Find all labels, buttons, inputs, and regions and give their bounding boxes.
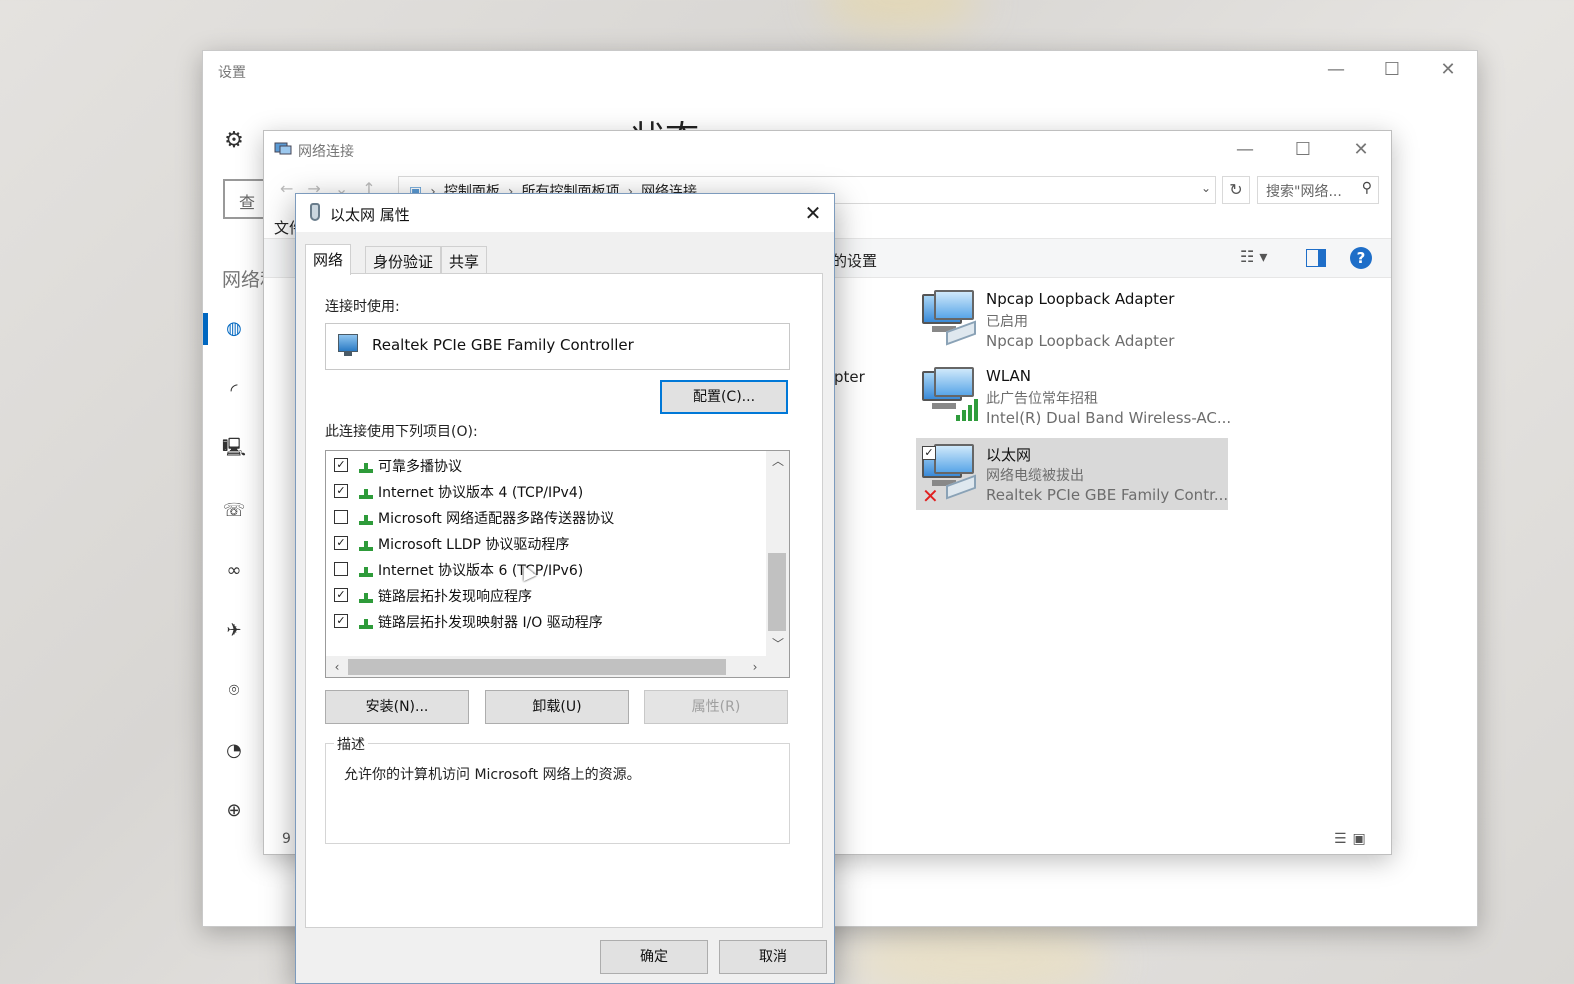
search-input[interactable]: 搜索"网络... ⚲ (1257, 176, 1379, 204)
description-text: 允许你的计算机访问 Microsoft 网络上的资源。 (344, 767, 641, 783)
preview-pane-icon[interactable] (1306, 249, 1326, 267)
close-button[interactable]: ✕ (1425, 51, 1471, 87)
configure-button[interactable]: 配置(C)... (660, 380, 788, 414)
adapter-name: 以太网 (986, 446, 1032, 464)
chevron-up-icon[interactable]: ︿ (766, 451, 789, 471)
hotspot-icon[interactable]: ⌾ (221, 677, 247, 703)
maximize-button[interactable]: ☐ (1369, 51, 1415, 87)
nav-selection-indicator (203, 313, 208, 345)
adapter-display: Realtek PCIe GBE Family Controller (325, 323, 790, 370)
protocol-icon (359, 489, 373, 499)
dialup-icon[interactable]: ☏ (221, 497, 247, 523)
dialog-titlebar: 以太网 属性 ✕ (296, 194, 834, 232)
adapter-name-fragment: pter (834, 368, 865, 386)
adapter-name: WLAN (986, 367, 1032, 385)
close-button[interactable]: ✕ (1338, 131, 1384, 167)
network-plug-icon (310, 203, 320, 221)
adapter-device: Realtek PCIe GBE Family Contr... (986, 486, 1229, 504)
checkbox[interactable]: ✓ (334, 614, 348, 628)
connect-using-label: 连接时使用: (325, 299, 400, 315)
cancel-button[interactable]: 取消 (719, 940, 827, 974)
horizontal-scrollbar[interactable]: ‹ › (326, 656, 766, 677)
network-card-icon (338, 334, 358, 356)
wifi-icon[interactable]: ◜ (221, 377, 247, 403)
vpn-icon[interactable]: ∞ (221, 557, 247, 583)
scroll-thumb[interactable] (768, 553, 786, 631)
adapter-status: 网络电缆被拔出 (986, 468, 1084, 484)
tab-sharing[interactable]: 共享 (441, 246, 488, 273)
data-usage-icon[interactable]: ◔ (221, 737, 247, 763)
vertical-scrollbar[interactable]: ︿ ﹀ (766, 451, 789, 656)
install-button[interactable]: 安装(N)... (325, 690, 469, 724)
view-toggle-icons[interactable]: ☰▣ (1334, 831, 1372, 847)
dialog-title: 以太网 属性 (330, 206, 410, 224)
properties-button[interactable]: 属性(R) (644, 690, 788, 724)
chevron-left-icon[interactable]: ‹ (326, 656, 348, 677)
maximize-button[interactable]: ☐ (1280, 131, 1326, 167)
chevron-right-icon[interactable]: › (744, 656, 766, 677)
checkbox[interactable]: ✓ (334, 484, 348, 498)
search-icon: ⚲ (1361, 180, 1372, 196)
adapter-status: 此广告位常年招租 (986, 391, 1098, 407)
adapter-wlan[interactable]: WLAN 此广告位常年招租 Intel(R) Dual Band Wireles… (916, 361, 1232, 433)
ethernet-adapter-icon: ✕ ✓ (920, 444, 976, 508)
adapter-device: Npcap Loopback Adapter (986, 332, 1175, 350)
ethernet-icon[interactable]: 🖳 (221, 437, 247, 463)
uninstall-button[interactable]: 卸载(U) (485, 690, 629, 724)
component-list[interactable]: ✓ 可靠多播协议 ✓ Internet 协议版本 4 (TCP/IPv4) Micr… (325, 450, 790, 678)
close-icon[interactable]: ✕ (796, 198, 830, 228)
scroll-corner (766, 656, 789, 677)
minimize-button[interactable]: — (1313, 51, 1359, 87)
refresh-icon[interactable]: ↻ (1222, 176, 1250, 204)
view-options-icon[interactable]: ☷ ▾ (1240, 247, 1267, 266)
protocol-icon (359, 593, 373, 603)
help-icon[interactable]: ? (1350, 247, 1372, 269)
wireless-adapter-icon (920, 367, 978, 425)
minimize-button[interactable]: — (1222, 131, 1268, 167)
network-connections-title: 网络连接 (298, 144, 354, 160)
network-adapter-icon (920, 290, 976, 348)
network-folder-icon (274, 141, 292, 157)
chevron-down-icon[interactable]: ﹀ (766, 634, 789, 654)
chevron-down-icon[interactable]: ⌄ (1201, 181, 1211, 195)
adapter-name: Realtek PCIe GBE Family Controller (372, 336, 634, 354)
tab-authentication[interactable]: 身份验证 (365, 246, 442, 273)
scroll-thumb[interactable] (348, 659, 726, 675)
items-label: 此连接使用下列项目(O): (325, 424, 478, 440)
checkbox[interactable] (334, 562, 348, 576)
checkbox[interactable]: ✓ (334, 458, 348, 472)
ok-button[interactable]: 确定 (600, 940, 708, 974)
checkbox[interactable]: ✓ (334, 536, 348, 550)
ethernet-properties-dialog: 以太网 属性 ✕ 网络 身份验证 共享 连接时使用: Realtek PCIe … (295, 193, 835, 984)
adapter-device: Intel(R) Dual Band Wireless-AC... (986, 409, 1232, 427)
item-count: 9 (282, 831, 291, 847)
adapter-status: 已启用 (986, 314, 1028, 330)
adapter-name: Npcap Loopback Adapter (986, 290, 1175, 308)
disconnected-x-icon: ✕ (922, 484, 939, 508)
adapter-ethernet[interactable]: ✕ ✓ 以太网 网络电缆被拔出 Realtek PCIe GBE Family … (916, 438, 1228, 510)
gear-icon[interactable]: ⚙ (221, 127, 247, 153)
selection-checkbox[interactable]: ✓ (922, 446, 936, 460)
network-tab-panel: 连接时使用: Realtek PCIe GBE Family Controlle… (305, 273, 823, 928)
airplane-icon[interactable]: ✈ (221, 617, 247, 643)
protocol-icon (359, 463, 373, 473)
protocol-icon (359, 567, 373, 577)
globe-status-icon[interactable]: ◍ (221, 315, 247, 341)
change-settings-command[interactable]: 的设置 (832, 250, 877, 271)
settings-title: 设置 (218, 65, 246, 81)
checkbox[interactable]: ✓ (334, 588, 348, 602)
adapter-npcap[interactable]: Npcap Loopback Adapter 已启用 Npcap Loopbac… (916, 284, 1228, 356)
protocol-icon (359, 619, 373, 629)
description-group (325, 743, 790, 844)
protocol-icon (359, 541, 373, 551)
protocol-icon (359, 515, 373, 525)
proxy-globe-icon[interactable]: ⊕ (221, 797, 247, 823)
checkbox[interactable] (334, 510, 348, 524)
tab-network[interactable]: 网络 (305, 244, 352, 275)
description-legend: 描述 (334, 734, 368, 754)
